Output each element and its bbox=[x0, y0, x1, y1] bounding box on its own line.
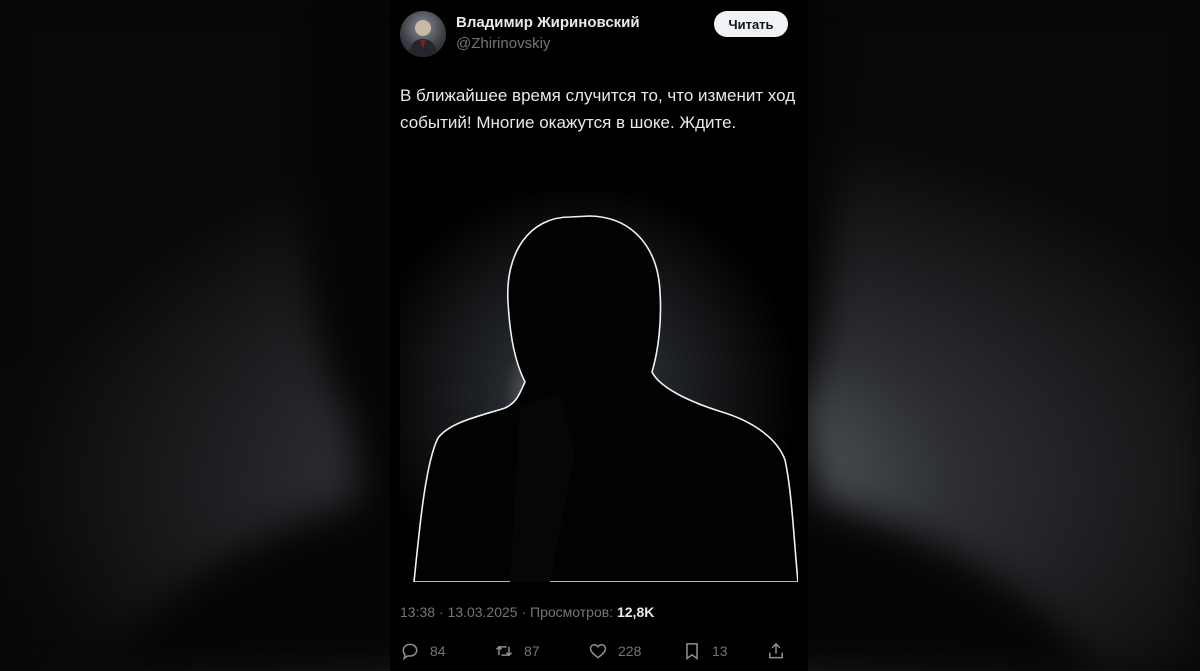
heart-icon bbox=[589, 643, 607, 659]
meta-separator: · bbox=[521, 604, 531, 620]
author-handle[interactable]: @Zhirinovskiy bbox=[456, 35, 550, 52]
tweet-header: Владимир Жириновский @Zhirinovskiy Читат… bbox=[400, 10, 798, 58]
avatar-portrait-icon bbox=[408, 20, 438, 57]
reply-button[interactable]: 84 bbox=[400, 638, 446, 664]
avatar[interactable] bbox=[400, 11, 446, 57]
like-button[interactable]: 228 bbox=[588, 638, 641, 664]
author-display-name[interactable]: Владимир Жириновский bbox=[456, 14, 640, 31]
meta-separator: · bbox=[438, 604, 448, 620]
follow-button[interactable]: Читать bbox=[714, 11, 788, 37]
silhouette-photo bbox=[400, 192, 798, 582]
tweet-text: В ближайшее время случится то, что измен… bbox=[400, 86, 796, 132]
repost-button[interactable]: 87 bbox=[494, 638, 540, 664]
views-count: 12,8K bbox=[616, 604, 655, 620]
bookmark-count: 13 bbox=[712, 643, 728, 659]
tweet-time[interactable]: 13:38 bbox=[400, 604, 435, 620]
bookmark-icon bbox=[686, 643, 698, 660]
tweet-media-image[interactable] bbox=[400, 192, 798, 582]
like-count: 228 bbox=[618, 643, 642, 659]
share-button[interactable] bbox=[766, 638, 786, 664]
tweet-card: Владимир Жириновский @Zhirinovskiy Читат… bbox=[390, 0, 808, 671]
repost-icon bbox=[495, 645, 513, 657]
bookmark-button[interactable]: 13 bbox=[682, 638, 728, 664]
views-label: Просмотров: bbox=[530, 604, 614, 620]
share-icon bbox=[769, 642, 783, 659]
repost-count: 87 bbox=[524, 643, 540, 659]
reply-icon bbox=[402, 643, 418, 661]
tweet-date[interactable]: 13.03.2025 bbox=[448, 604, 518, 620]
tweet-actions: 84 87 228 13 bbox=[400, 638, 798, 664]
screenshot-stage: Владимир Жириновский @Zhirinovskiy Читат… bbox=[0, 0, 1200, 671]
reply-count: 84 bbox=[430, 643, 446, 659]
tweet-meta: 13:38 · 13.03.2025 · Просмотров: 12,8K bbox=[400, 604, 654, 620]
